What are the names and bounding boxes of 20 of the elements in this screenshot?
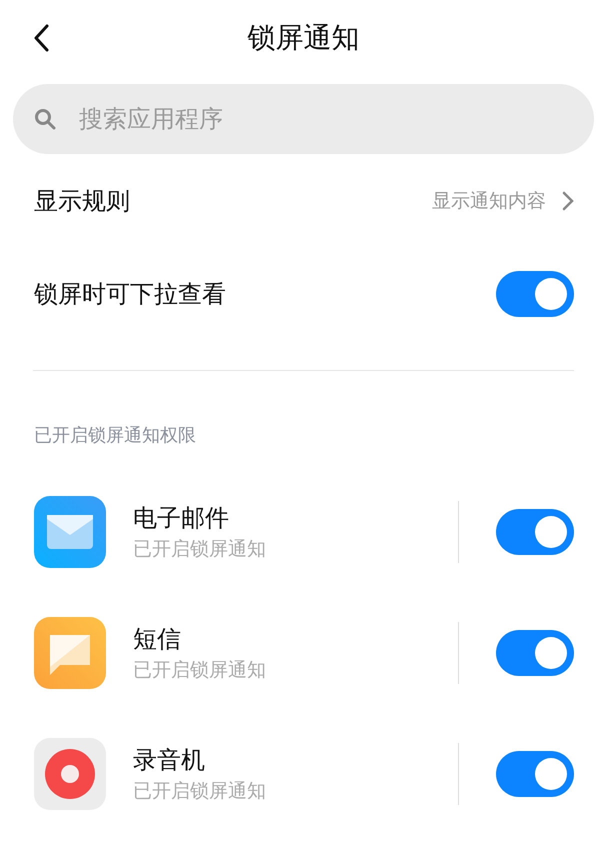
app-status: 已开启锁屏通知 xyxy=(133,778,267,804)
setting-value[interactable]: 显示通知内容 xyxy=(432,188,546,214)
setting-label: 显示规则 xyxy=(34,186,131,216)
recorder-app-icon xyxy=(34,738,106,810)
app-status: 已开启锁屏通知 xyxy=(133,536,267,562)
search-field[interactable]: 搜索应用程序 xyxy=(13,84,594,154)
app-status: 已开启锁屏通知 xyxy=(133,658,267,682)
toggle-switch[interactable] xyxy=(496,750,574,796)
mail-app-icon xyxy=(34,496,106,568)
toggle-switch[interactable] xyxy=(496,508,574,554)
app-name: 短信 xyxy=(133,624,182,654)
chevron-icon xyxy=(562,190,574,210)
toggle-switch[interactable] xyxy=(496,630,574,676)
toggle-switch[interactable] xyxy=(496,270,574,316)
message-app-icon xyxy=(34,616,106,688)
app-name: 电子邮件 xyxy=(133,502,230,534)
page-title: 锁屏通知 xyxy=(248,20,360,56)
setting-label: 锁屏时可下拉查看 xyxy=(34,278,227,310)
app-name: 录音机 xyxy=(133,744,206,776)
section-title: 已开启锁屏通知权限 xyxy=(33,424,197,448)
